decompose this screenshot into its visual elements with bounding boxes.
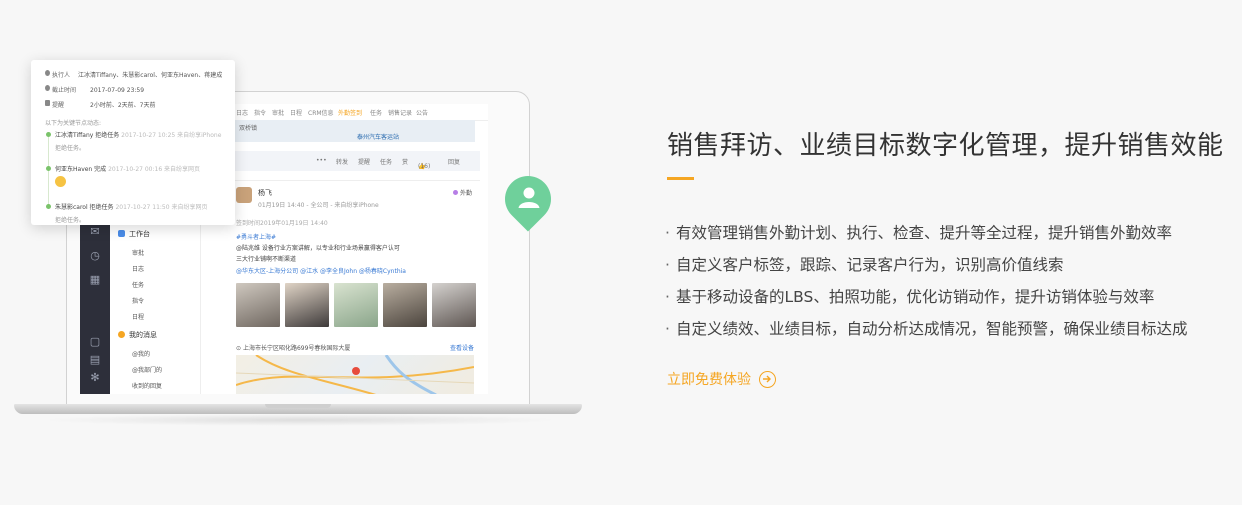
task-detail-card: 执行人 江冰清Tiffany、朱慧影carol、何亚东Haven、蒋建成 截止时间…: [31, 60, 235, 225]
tab[interactable]: 审批: [272, 108, 284, 117]
feature-item: · 有效管理销售外勤计划、执行、检查、提升等全过程，提升销售外勤效率: [665, 224, 1173, 242]
mail-icon[interactable]: ✉: [89, 226, 101, 238]
nav-item[interactable]: 收到的回复: [132, 381, 162, 390]
laptop-notch: [265, 404, 331, 408]
map-roads: [236, 355, 474, 394]
feature-item: · 自定义绩效、业绩目标，自动分析达成情况，智能预警，确保业绩目标达成: [665, 320, 1188, 338]
map-label: 双桥镇: [239, 125, 258, 132]
post-topic[interactable]: #勇斗者上海#: [236, 232, 276, 241]
nav-item[interactable]: 日志: [132, 264, 144, 273]
post-address: ⊙ 上海市长宁区昭化路699号春秋国际大厦 查看设备: [236, 343, 474, 352]
timeline-entry: 江冰清Tiffany 拒绝任务 2017-10-27 10:25 来自纷享iPh…: [55, 132, 222, 139]
tab[interactable]: 任务: [370, 108, 382, 117]
bell-icon: [45, 100, 50, 106]
timeline-dot: [46, 132, 51, 137]
bell-icon: [118, 331, 125, 338]
timeline-entry: 何亚东Haven 完成 2017-10-27 00:16 来自纷享网页: [55, 166, 201, 173]
post-author[interactable]: 杨飞: [258, 188, 272, 198]
post-mentions[interactable]: @华东大区-上海分公司 @江水 @李全良John @杨春晓Cynthia: [236, 266, 406, 275]
laptop-shadow: [40, 414, 560, 426]
tab[interactable]: 公告: [416, 108, 428, 117]
reward-button[interactable]: 赏: [402, 157, 408, 166]
nav-item[interactable]: 日程: [132, 312, 144, 321]
nav-item[interactable]: 任务: [132, 280, 144, 289]
location-map[interactable]: [236, 355, 474, 394]
more-icon[interactable]: •••: [316, 157, 327, 164]
feature-item: · 基于移动设备的LBS、拍照功能，优化访销动作，提升访销体验与效率: [665, 288, 1155, 306]
timeline-detail: 拒绝任务。: [55, 217, 86, 224]
nav-item[interactable]: 指令: [132, 296, 144, 305]
post-photo[interactable]: [432, 283, 476, 327]
nav-group-messages[interactable]: 我的消息: [118, 330, 157, 340]
feature-item: · 自定义客户标签，跟踪、记录客户行为，识别高价值线索: [665, 256, 1064, 274]
device-icon[interactable]: ▤: [89, 354, 101, 366]
emoji-icon: [55, 176, 66, 187]
post-photo[interactable]: [334, 283, 378, 327]
app-tabs: 日志 指令 审批 日程 CRM信息 外勤签到 任务 销售记录 公告: [200, 104, 488, 121]
timeline-dot: [46, 204, 51, 209]
arrow-right-circle-icon: [759, 370, 776, 388]
checkin-time: 签到时间2019年01月19日 14:40: [236, 220, 328, 227]
timeline-line: [48, 134, 49, 208]
post-type-badge: 外勤: [452, 188, 472, 197]
timeline-entry: 朱慧影carol 拒绝任务 2017-10-27 11:50 来自纷享网页: [55, 204, 208, 211]
feed-post: 杨飞 01月19日 14:40 - 全公司 - 来自纷享iPhone 外勤 签到…: [230, 180, 480, 394]
timeline-detail: 拒绝任务。: [55, 145, 86, 152]
post-action-bar: ••• 转发 提醒 任务 赏 👍 (16) 回复: [230, 151, 480, 171]
tab[interactable]: 销售记录: [388, 108, 412, 117]
post-photo[interactable]: [236, 283, 280, 327]
tab[interactable]: CRM信息: [308, 108, 334, 117]
tab[interactable]: 指令: [254, 108, 266, 117]
workbench-icon: [118, 230, 125, 237]
calendar-icon[interactable]: ▦: [89, 274, 101, 286]
map-strip: 双桥镇 泰州汽车客运站: [235, 120, 475, 142]
tab-active[interactable]: 外勤签到: [338, 108, 362, 117]
feature-list: · 有效管理销售外勤计划、执行、检查、提升等全过程，提升销售外勤效率 · 自定义客户…: [665, 222, 1188, 350]
forward-button[interactable]: 转发: [336, 157, 348, 166]
remind-button[interactable]: 提醒: [358, 157, 370, 166]
timeline-dot: [46, 166, 51, 171]
avatar[interactable]: [236, 187, 252, 203]
dot-icon: [452, 190, 458, 195]
post-body: @陆兆维 设备行业方案讲解，以专业和行业场景赢得客户认可: [236, 245, 400, 252]
folder-icon[interactable]: ▢: [89, 336, 101, 348]
tab[interactable]: 日志: [236, 108, 248, 117]
nav-item[interactable]: 审批: [132, 248, 144, 257]
tab[interactable]: 日程: [290, 108, 302, 117]
assignee-row: 执行人 江冰清Tiffany、朱慧影carol、何亚东Haven、蒋建成: [45, 70, 222, 79]
view-device-link[interactable]: 查看设备: [450, 343, 474, 352]
post-photo[interactable]: [285, 283, 329, 327]
user-icon: [45, 70, 50, 76]
task-button[interactable]: 任务: [380, 157, 392, 166]
user-icon: [518, 187, 540, 208]
section-title: 销售拜访、业绩目标数字化管理，提升销售效能: [667, 131, 1224, 162]
nav-item[interactable]: @我的: [132, 349, 150, 358]
settings-icon[interactable]: ✻: [89, 372, 101, 384]
deadline-row: 截止时间 2017-07-09 23:59: [45, 85, 144, 94]
title-accent-divider: [667, 177, 694, 180]
map-place: 泰州汽车客运站: [357, 134, 400, 141]
post-photo[interactable]: [383, 283, 427, 327]
nav-item[interactable]: @我部门的: [132, 365, 162, 374]
timeline-heading: 以下为关键节点动态:: [45, 120, 102, 127]
nav-group-workbench[interactable]: 工作台: [118, 229, 150, 239]
clock-icon[interactable]: ◷: [89, 250, 101, 262]
clock-icon: [45, 85, 50, 91]
free-trial-link[interactable]: 立即免费体验: [667, 368, 776, 390]
reminder-row: 提醒 2小时前、2天前、7天前: [45, 100, 155, 109]
location-icon: ⊙: [236, 345, 243, 352]
post-meta: 01月19日 14:40 - 全公司 - 来自纷享iPhone: [258, 202, 379, 209]
post-body: 三大行业铺啊不断渠道: [236, 256, 297, 263]
reply-button[interactable]: 回复: [448, 157, 460, 166]
